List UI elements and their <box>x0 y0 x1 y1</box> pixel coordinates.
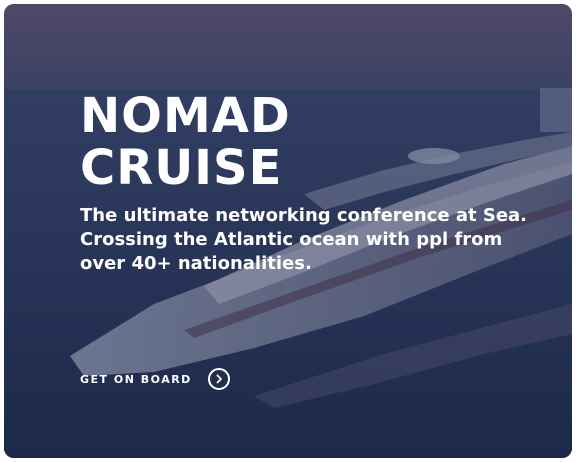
hero-description: The ultimate networking conference at Se… <box>80 205 528 274</box>
hero-title-line1: NOMAD <box>80 88 291 144</box>
hero-card: NOMAD CRUISE The ultimate networking con… <box>4 4 572 458</box>
hero-title: NOMAD CRUISE <box>80 90 291 194</box>
chevron-right-icon <box>207 368 230 390</box>
get-on-board-label: GET ON BOARD <box>80 372 192 386</box>
hero-title-line2: CRUISE <box>80 140 283 196</box>
get-on-board-button[interactable]: GET ON BOARD <box>80 368 230 390</box>
